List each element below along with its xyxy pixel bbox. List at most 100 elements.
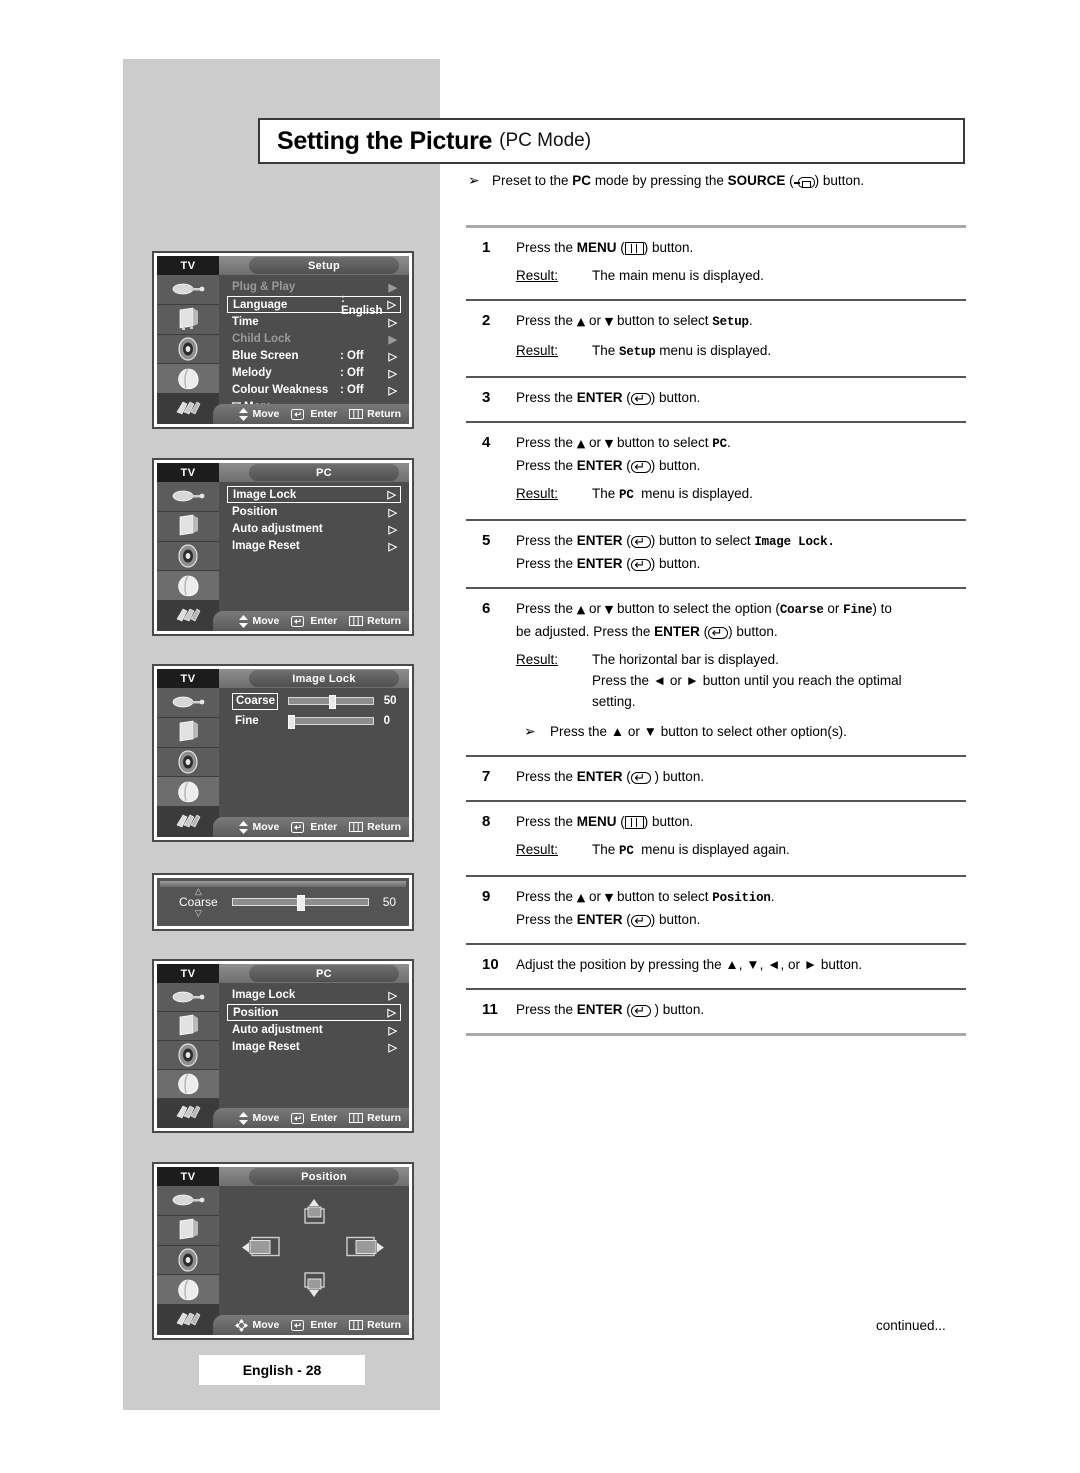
help-label: Return [367, 1112, 401, 1124]
menu-item-blue-screen[interactable]: Blue Screen : Off ▷ [227, 348, 401, 364]
menu-item-label: Image Lock [233, 488, 297, 501]
menu-item-label: Auto adjustment [232, 523, 323, 535]
help-enter: Enter [291, 615, 337, 627]
menu-item-image-lock[interactable]: Image Lock ▷ [227, 987, 401, 1003]
chevron-right-icon: ▷ [388, 989, 397, 1002]
osd-title: Image Lock [249, 670, 399, 687]
osd-titlebar: TV Position [157, 1167, 409, 1186]
menu-item-value: : Off [340, 367, 364, 379]
slider-coarse[interactable]: Coarse 50 [227, 692, 401, 710]
slider-track[interactable] [288, 695, 374, 709]
move-left-icon[interactable] [241, 1234, 285, 1265]
antenna-icon[interactable] [157, 1186, 219, 1216]
setup-tools-icon[interactable] [157, 807, 219, 837]
chevron-right-icon: ▶ [388, 281, 397, 294]
step-instruction: Press the ENTER () button. [516, 553, 966, 576]
osd-image-lock-menu: TV Image Lock Coarse 50 Fine 0 Move Ente… [152, 664, 414, 842]
move-up-icon[interactable] [297, 1198, 331, 1237]
step-instruction: Press the ENTER () button. [516, 455, 966, 478]
speaker-icon[interactable] [157, 334, 219, 365]
menu-item-auto-adjustment[interactable]: Auto adjustment ▷ [227, 1022, 401, 1038]
menu-item-melody[interactable]: Melody : Off ▷ [227, 365, 401, 381]
result-line: The horizontal bar is displayed. [592, 652, 779, 667]
feature-icon[interactable] [157, 1275, 219, 1306]
slider-thumb[interactable] [329, 695, 337, 709]
osd-help-bar: Move Enter Return [213, 404, 409, 424]
osd-pc-menu-2: TV PC Image Lock ▷ Position ▷ Auto adjus… [152, 959, 414, 1133]
move-right-icon[interactable] [341, 1234, 385, 1265]
setup-tools-icon[interactable] [157, 1305, 219, 1335]
step-4: 4 Press the ▲ or ▼ button to select PC. … [466, 423, 966, 515]
menu-item-colour-weakness[interactable]: Colour Weakness : Off ▷ [227, 382, 401, 398]
setup-tools-icon[interactable] [157, 394, 219, 424]
menu-item-child-lock[interactable]: Child Lock ▶ [227, 331, 401, 347]
antenna-icon[interactable] [157, 688, 219, 718]
page-title-mode: (PC Mode) [499, 130, 592, 151]
antenna-icon[interactable] [157, 983, 219, 1012]
enter-key-icon [630, 768, 651, 789]
result-label: Result: [516, 486, 559, 501]
menu-item-label: Image Reset [232, 1041, 300, 1053]
speaker-icon[interactable] [157, 541, 219, 572]
speaker-icon[interactable] [157, 1245, 219, 1276]
menu-item-auto-adjustment[interactable]: Auto adjustment ▷ [227, 521, 401, 537]
picture-icon[interactable] [157, 304, 219, 335]
enter-key-icon [630, 911, 651, 932]
divider [466, 1033, 966, 1036]
menu-item-label: Auto adjustment [232, 1024, 323, 1036]
picture-icon[interactable] [157, 1012, 219, 1041]
menu-item-language[interactable]: Language : English ▷ [227, 293, 401, 317]
enter-key-icon [630, 532, 651, 553]
slider-fine[interactable]: Fine 0 [227, 712, 401, 730]
continued-note: continued... [876, 1318, 946, 1333]
step-number: 7 [482, 768, 491, 785]
help-return: Return [349, 1319, 401, 1331]
help-label: Return [367, 408, 401, 420]
feature-icon[interactable] [157, 777, 219, 808]
picture-icon[interactable] [157, 717, 219, 748]
menu-item-image-reset[interactable]: Image Reset ▷ [227, 1039, 401, 1055]
coarse-bar-track[interactable] [231, 895, 369, 911]
menu-item-image-reset[interactable]: Image Reset ▷ [227, 538, 401, 554]
move-down-icon[interactable] [297, 1264, 331, 1303]
speaker-icon[interactable] [157, 1041, 219, 1070]
antenna-icon[interactable] [157, 482, 219, 512]
picture-icon[interactable] [157, 1215, 219, 1246]
step-instruction: Press the ▲ or ▼ button to select Setup. [516, 313, 753, 329]
help-label: Return [367, 821, 401, 833]
picture-icon[interactable] [157, 511, 219, 542]
help-enter: Enter [291, 821, 337, 833]
up-down-arrows-icon [239, 614, 249, 628]
menu-item-value: : Off [340, 350, 364, 362]
menu-item-position[interactable]: Position ▷ [227, 1004, 401, 1021]
coarse-bar-thumb[interactable] [297, 895, 306, 911]
setup-tools-icon[interactable] [157, 601, 219, 631]
enter-key-icon [291, 1112, 306, 1124]
menu-item-label: Colour Weakness [232, 384, 329, 396]
feature-icon[interactable] [157, 571, 219, 602]
feature-icon[interactable] [157, 364, 219, 395]
menu-item-image-lock[interactable]: Image Lock ▷ [227, 486, 401, 503]
speaker-icon[interactable] [157, 747, 219, 778]
menu-item-label: Child Lock [232, 333, 291, 345]
step-1: 1 Press the MENU () button. Result: The … [466, 228, 966, 295]
osd-tv-label: TV [157, 463, 219, 482]
menu-key-icon [349, 1113, 364, 1123]
help-label: Move [252, 1319, 280, 1331]
setup-tools-icon[interactable] [157, 1099, 219, 1128]
antenna-icon[interactable] [157, 275, 219, 305]
menu-item-position[interactable]: Position ▷ [227, 504, 401, 520]
menu-item-label: Image Reset [232, 540, 300, 552]
step-3: 3 Press the ENTER () button. [466, 378, 966, 417]
osd-tv-label: TV [157, 669, 219, 688]
slider-track[interactable] [287, 715, 374, 729]
down-triangle-icon[interactable]: ▽ [179, 908, 218, 919]
enter-key-icon [630, 1001, 651, 1022]
help-move: Move [235, 1318, 280, 1332]
feature-icon[interactable] [157, 1070, 219, 1099]
osd-title: Position [249, 1168, 399, 1185]
osd-help-bar: Move Enter Return [213, 611, 409, 631]
osd-setup-menu: TV Setup Plug & Play ▶ Language: Englis… [152, 251, 414, 429]
slider-thumb[interactable] [287, 715, 295, 729]
osd-menu-list: Image Lock ▷ Position ▷ Auto adjustment … [219, 983, 409, 1106]
